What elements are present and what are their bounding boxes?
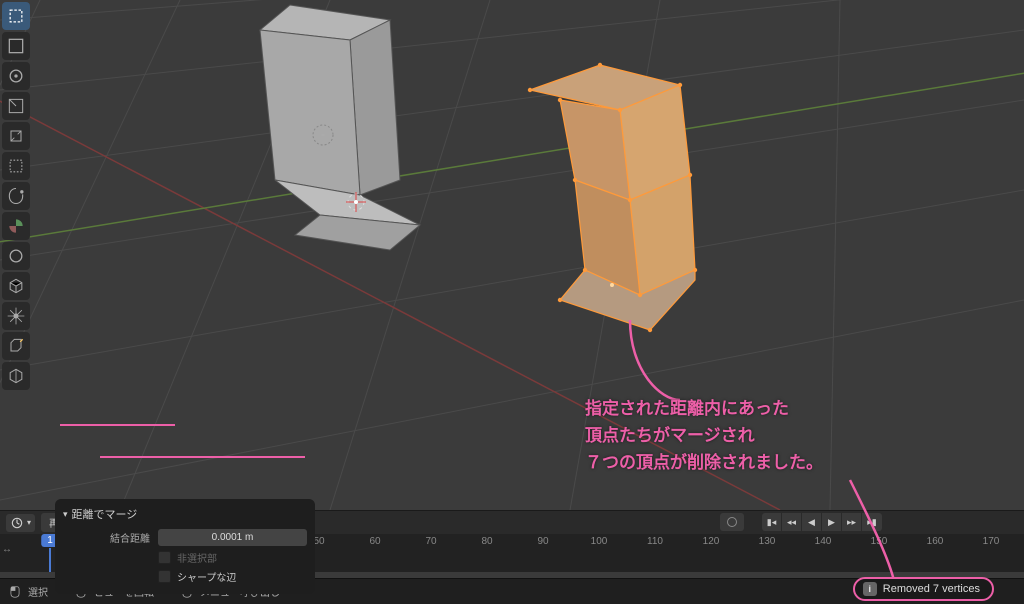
jump-to-end-button[interactable]: ▸▮ xyxy=(862,513,882,531)
info-message-bubble: i Removed 7 vertices xyxy=(853,577,994,601)
timeline-tick: 90 xyxy=(537,536,548,547)
tool-scale[interactable] xyxy=(2,122,30,150)
unselected-checkbox-label: 非選択部 xyxy=(177,550,217,565)
playback-controls: ▮◂ ◂◂ ◀ ▶ ▸▸ ▸▮ xyxy=(720,513,882,531)
tool-rotate[interactable] xyxy=(2,92,30,120)
prev-keyframe-button[interactable]: ◂◂ xyxy=(782,513,802,531)
tool-move[interactable] xyxy=(2,62,30,90)
tool-cursor[interactable] xyxy=(2,32,30,60)
tool-transform[interactable] xyxy=(2,152,30,180)
tool-select-box[interactable] xyxy=(2,2,30,30)
operator-panel: ▾ 距離でマージ 結合距離 0.0001 m 非選択部 シャープな辺 xyxy=(55,499,315,594)
play-reverse-button[interactable]: ◀ xyxy=(802,513,822,531)
jump-to-start-button[interactable]: ▮◂ xyxy=(762,513,782,531)
timeline-editor-icon[interactable]: ▾ xyxy=(6,514,35,532)
tool-shelf xyxy=(2,2,30,390)
timeline-tick: 100 xyxy=(591,536,608,547)
tool-add-cube[interactable] xyxy=(2,242,30,270)
timeline-tick: 50 xyxy=(313,536,324,547)
tool-annotate[interactable] xyxy=(2,182,30,210)
scene-svg xyxy=(0,0,1024,510)
timeline-tick: 140 xyxy=(815,536,832,547)
timeline-tick: 160 xyxy=(927,536,944,547)
tool-loop-cut[interactable] xyxy=(2,362,30,390)
sharp-edges-checkbox[interactable] xyxy=(158,570,171,583)
merge-distance-label: 結合距離 xyxy=(63,530,158,545)
timeline-tick: 150 xyxy=(871,536,888,547)
annotation-underline xyxy=(60,424,175,426)
timeline-scroll-icon[interactable]: ↔ xyxy=(2,544,14,556)
annotation-underline xyxy=(100,456,305,458)
annotation-text: 指定された距離内にあった 頂点たちがマージされ ７つの頂点が削除されました。 xyxy=(585,395,823,477)
auto-keyframe-toggle[interactable] xyxy=(720,513,744,531)
tool-measure[interactable] xyxy=(2,212,30,240)
timeline-tick: 80 xyxy=(481,536,492,547)
timeline-tick: 60 xyxy=(369,536,380,547)
operator-header[interactable]: ▾ 距離でマージ xyxy=(55,503,315,527)
sharp-edges-checkbox-label: シャープな辺 xyxy=(177,569,236,584)
unselected-checkbox[interactable] xyxy=(158,551,171,564)
mouse-left-icon xyxy=(8,585,22,599)
play-button[interactable]: ▶ xyxy=(822,513,842,531)
merge-distance-field[interactable]: 0.0001 m xyxy=(158,529,307,546)
timeline-tick: 70 xyxy=(425,536,436,547)
status-select-label: 選択 xyxy=(28,584,48,599)
operator-title: 距離でマージ xyxy=(72,506,138,522)
timeline-tick: 120 xyxy=(703,536,720,547)
timeline-tick: 130 xyxy=(759,536,776,547)
tool-inset[interactable] xyxy=(2,302,30,330)
info-message-text: Removed 7 vertices xyxy=(883,583,980,595)
tool-extrude[interactable] xyxy=(2,272,30,300)
tool-bevel[interactable] xyxy=(2,332,30,360)
timeline-tick: 110 xyxy=(647,536,663,547)
3d-viewport[interactable] xyxy=(0,0,1024,510)
info-icon: i xyxy=(863,582,877,596)
chevron-down-icon: ▾ xyxy=(63,509,68,520)
next-keyframe-button[interactable]: ▸▸ xyxy=(842,513,862,531)
timeline-tick: 170 xyxy=(983,536,1000,547)
